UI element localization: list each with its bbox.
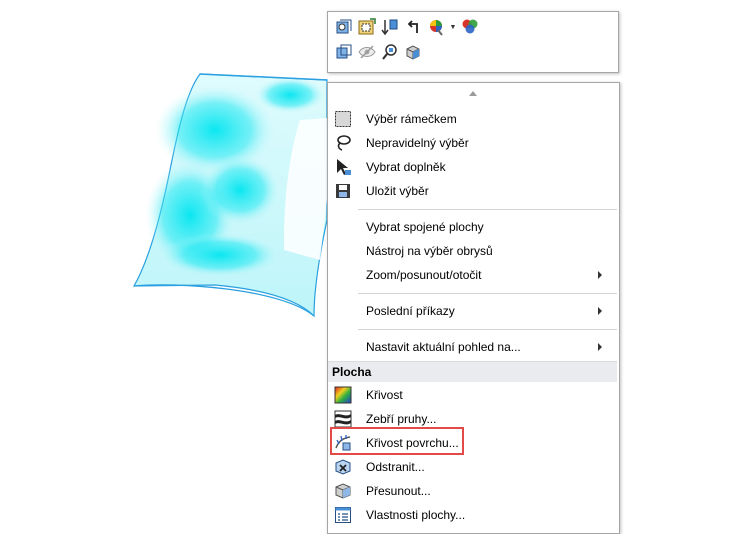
menu-separator — [358, 209, 617, 210]
scroll-up-arrow-icon[interactable] — [469, 91, 477, 96]
menu-item-delete-face[interactable]: Odstranit... — [328, 456, 617, 478]
hide-show-icon[interactable] — [357, 42, 377, 62]
lasso-select-icon — [334, 134, 352, 152]
menu-item-contour-select-tool[interactable]: Nástroj na výběr obrysů — [328, 240, 617, 262]
highlight-box — [330, 427, 464, 455]
zebra-stripes-icon — [334, 410, 352, 428]
menu-item-label: Uložit výběr — [366, 184, 429, 198]
delete-face-icon — [334, 458, 352, 476]
menu-item-label: Přesunout... — [366, 484, 431, 498]
menu-item-label: Nástroj na výběr obrysů — [366, 244, 493, 258]
menu-item-label: Odstranit... — [366, 460, 425, 474]
curvature-icon — [334, 386, 352, 404]
menu-item-label: Křivost — [366, 388, 403, 402]
zoom-to-selection-icon[interactable] — [380, 42, 400, 62]
menu-item-move-face[interactable]: Přesunout... — [328, 480, 617, 502]
context-toolbar: ▼ — [327, 11, 619, 73]
menu-item-label: Nepravidelný výběr — [366, 136, 469, 150]
menu-item-curvature[interactable]: Křivost — [328, 384, 617, 406]
menu-item-save-selection[interactable]: Uložit výběr — [328, 180, 617, 202]
menu-item-select-other[interactable]: Vybrat doplněk — [328, 156, 617, 178]
appearance-dropdown-caret[interactable]: ▼ — [449, 17, 457, 37]
submenu-arrow-icon — [598, 343, 602, 351]
section-header-face: Plocha — [328, 361, 617, 382]
menu-item-label: Vybrat spojené plochy — [366, 220, 484, 234]
zoom-to-fit-icon[interactable] — [334, 17, 354, 37]
box-select-icon — [334, 110, 352, 128]
display-style-icon[interactable] — [403, 42, 423, 62]
context-menu: Výběr rámečkem Nepravidelný výběr Vybrat… — [327, 82, 620, 534]
menu-item-label: Vlastnosti plochy... — [366, 508, 466, 522]
submenu-arrow-icon — [598, 271, 602, 279]
menu-item-lasso-select[interactable]: Nepravidelný výběr — [328, 132, 617, 154]
menu-item-recent-commands[interactable]: Poslední příkazy — [328, 300, 617, 322]
move-face-icon — [334, 482, 352, 500]
menu-item-label: Výběr rámečkem — [366, 112, 457, 126]
scene-icon[interactable] — [460, 17, 480, 37]
menu-item-label: Nastavit aktuální pohled na... — [366, 340, 521, 354]
section-view-icon[interactable] — [380, 17, 400, 37]
menu-item-label: Zebří pruhy... — [366, 412, 437, 426]
menu-item-label: Poslední příkazy — [366, 304, 455, 318]
menu-separator — [358, 329, 617, 330]
save-selection-icon — [334, 182, 352, 200]
menu-separator — [358, 293, 617, 294]
select-other-icon — [334, 158, 352, 176]
section-title: Plocha — [332, 365, 372, 379]
zoom-to-area-icon[interactable] — [357, 17, 377, 37]
view-orientation-icon[interactable] — [334, 42, 354, 62]
menu-item-set-current-view[interactable]: Nastavit aktuální pohled na... — [328, 336, 617, 358]
menu-item-zoom-pan-rotate[interactable]: Zoom/posunout/otočit — [328, 264, 617, 286]
menu-item-select-connected-faces[interactable]: Vybrat spojené plochy — [328, 216, 617, 238]
appearance-icon[interactable] — [426, 17, 446, 37]
previous-view-icon[interactable] — [403, 17, 423, 37]
menu-item-face-properties[interactable]: Vlastnosti plochy... — [328, 504, 617, 526]
menu-item-label: Zoom/posunout/otočit — [366, 268, 482, 282]
menu-item-box-select[interactable]: Výběr rámečkem — [328, 108, 617, 130]
menu-item-label: Vybrat doplněk — [366, 160, 446, 174]
submenu-arrow-icon — [598, 307, 602, 315]
face-properties-icon — [334, 506, 352, 524]
